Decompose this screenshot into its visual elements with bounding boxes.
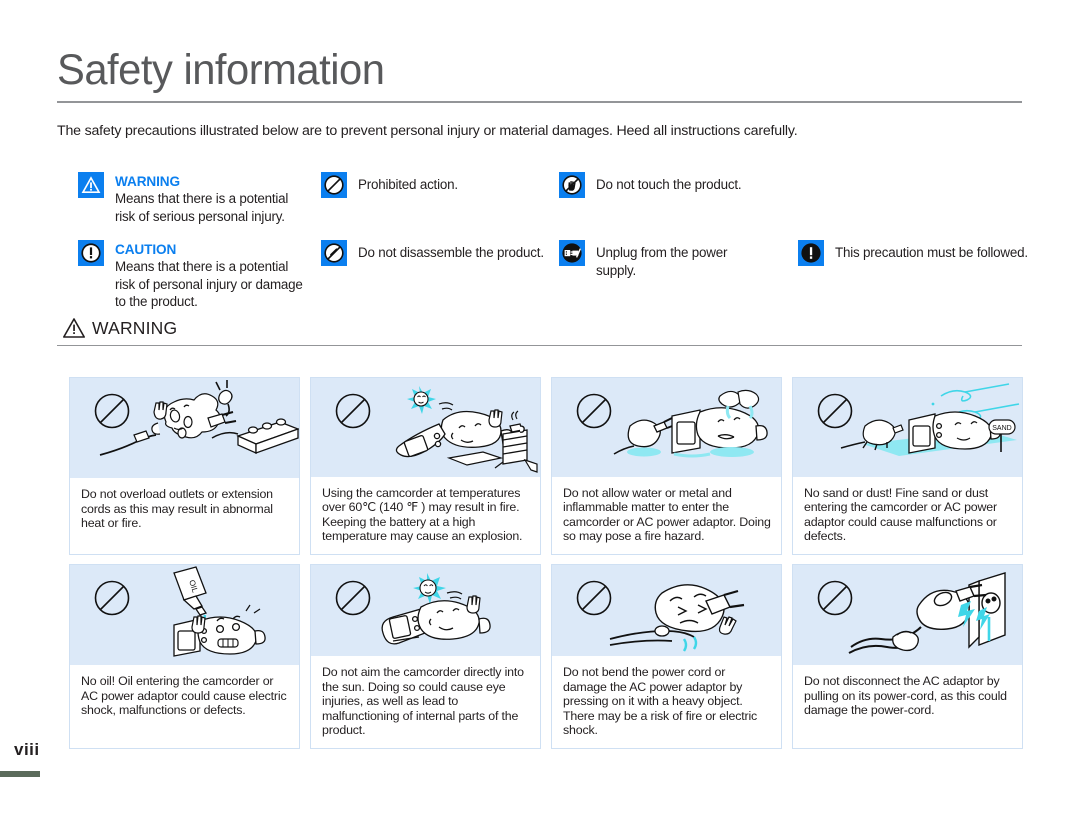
camcorder-sun-illustration [311,565,540,657]
card-row-2: OIL No oil! Oil entering the camcorder o… [69,564,1023,749]
title-divider [57,101,1022,103]
legend-column-1: WARNING Means that there is a potential … [78,172,308,311]
warning-card: OIL No oil! Oil entering the camcorder o… [69,564,300,749]
card-caption: Using the camcorder at temperatures over… [311,476,540,554]
overloaded-outlet-illustration [70,378,299,478]
card-caption: Do not allow water or metal and inflamma… [552,476,781,554]
camcorder-water-metal-illustration [552,378,781,477]
legend-text-block: Unplug from the power supply. [596,240,769,279]
legend-desc: Do not disassemble the product. [358,245,544,260]
card-caption: Do not overload outlets or extension cor… [70,478,299,554]
warning-card: SAND No sand or dust! Fine sand or dust … [792,377,1023,555]
card-caption: No oil! Oil entering the camcorder or AC… [70,665,299,748]
legend-column-2: Prohibited action. Do not disassemble th… [321,172,551,272]
legend-column-3: Do not touch the product. Unplug from th… [559,172,769,279]
camcorder-high-temperature-illustration [311,378,540,477]
footer-accent-bar [0,771,40,777]
page-title: Safety information [57,46,385,94]
warning-triangle-outline-icon [62,317,86,344]
legend-text-block: Do not touch the product. [596,172,769,194]
card-row-1: Do not overload outlets or extension cor… [69,377,1023,555]
legend-item-do-not-touch: Do not touch the product. [559,172,769,230]
unplug-power-icon [559,240,585,266]
legend-text-block: CAUTION Means that there is a potential … [115,240,308,311]
card-caption: Do not bend the power cord or damage the… [552,656,781,748]
camcorder-sand-dust-illustration: SAND [793,378,1022,477]
legend-text-block: WARNING Means that there is a potential … [115,172,308,225]
legend-item-prohibited: Prohibited action. [321,172,551,230]
bent-power-cord-illustration [552,565,781,657]
card-caption: No sand or dust! Fine sand or dust enter… [793,476,1022,554]
section-divider [57,345,1022,346]
legend-title: CAUTION [115,242,177,257]
warning-card: Do not overload outlets or extension cor… [69,377,300,555]
legend-desc: Prohibited action. [358,177,458,192]
legend-item-must-follow: This precaution must be followed. [798,240,1028,272]
legend-desc: Means that there is a potential risk of … [115,191,289,224]
must-follow-icon [798,240,824,266]
prohibited-action-icon [321,172,347,198]
warning-card: Do not allow water or metal and inflamma… [551,377,782,555]
warning-card: Do not bend the power cord or damage the… [551,564,782,749]
legend-text-block: Prohibited action. [358,172,551,194]
intro-paragraph: The safety precautions illustrated below… [57,123,798,139]
section-heading-warning: WARNING [62,316,1027,346]
warning-card-grid: Do not overload outlets or extension cor… [69,377,1023,749]
warning-card: Using the camcorder at temperatures over… [310,377,541,555]
page-number: viii [14,740,40,759]
legend-column-4: This precaution must be followed. [798,240,1028,272]
legend-desc: Do not touch the product. [596,177,742,192]
section-heading-label: WARNING [92,318,178,338]
sand-sign-label: SAND [992,425,1011,432]
legend-item-do-not-disassemble: Do not disassemble the product. [321,240,551,272]
legend-desc: Unplug from the power supply. [596,245,728,278]
warning-card: Do not aim the camcorder directly into t… [310,564,541,749]
legend-item-caution: CAUTION Means that there is a potential … [78,240,308,311]
legend-item-warning: WARNING Means that there is a potential … [78,172,308,230]
card-caption: Do not aim the camcorder directly into t… [311,656,540,748]
legend-desc: Means that there is a potential risk of … [115,259,303,309]
legend-text-block: Do not disassemble the product. [358,240,551,262]
do-not-disassemble-icon [321,240,347,266]
card-caption: Do not disconnect the AC adaptor by pull… [793,665,1022,748]
camcorder-oil-illustration: OIL [70,565,299,665]
caution-exclamation-icon [78,240,104,266]
legend-item-unplug: Unplug from the power supply. [559,240,769,279]
pulling-power-cord-illustration [793,565,1022,665]
legend-title: WARNING [115,174,180,189]
warning-card: Do not disconnect the AC adaptor by pull… [792,564,1023,749]
legend-desc: This precaution must be followed. [835,245,1028,260]
do-not-touch-icon [559,172,585,198]
warning-triangle-icon [78,172,104,198]
legend-text-block: This precaution must be followed. [835,240,1028,262]
